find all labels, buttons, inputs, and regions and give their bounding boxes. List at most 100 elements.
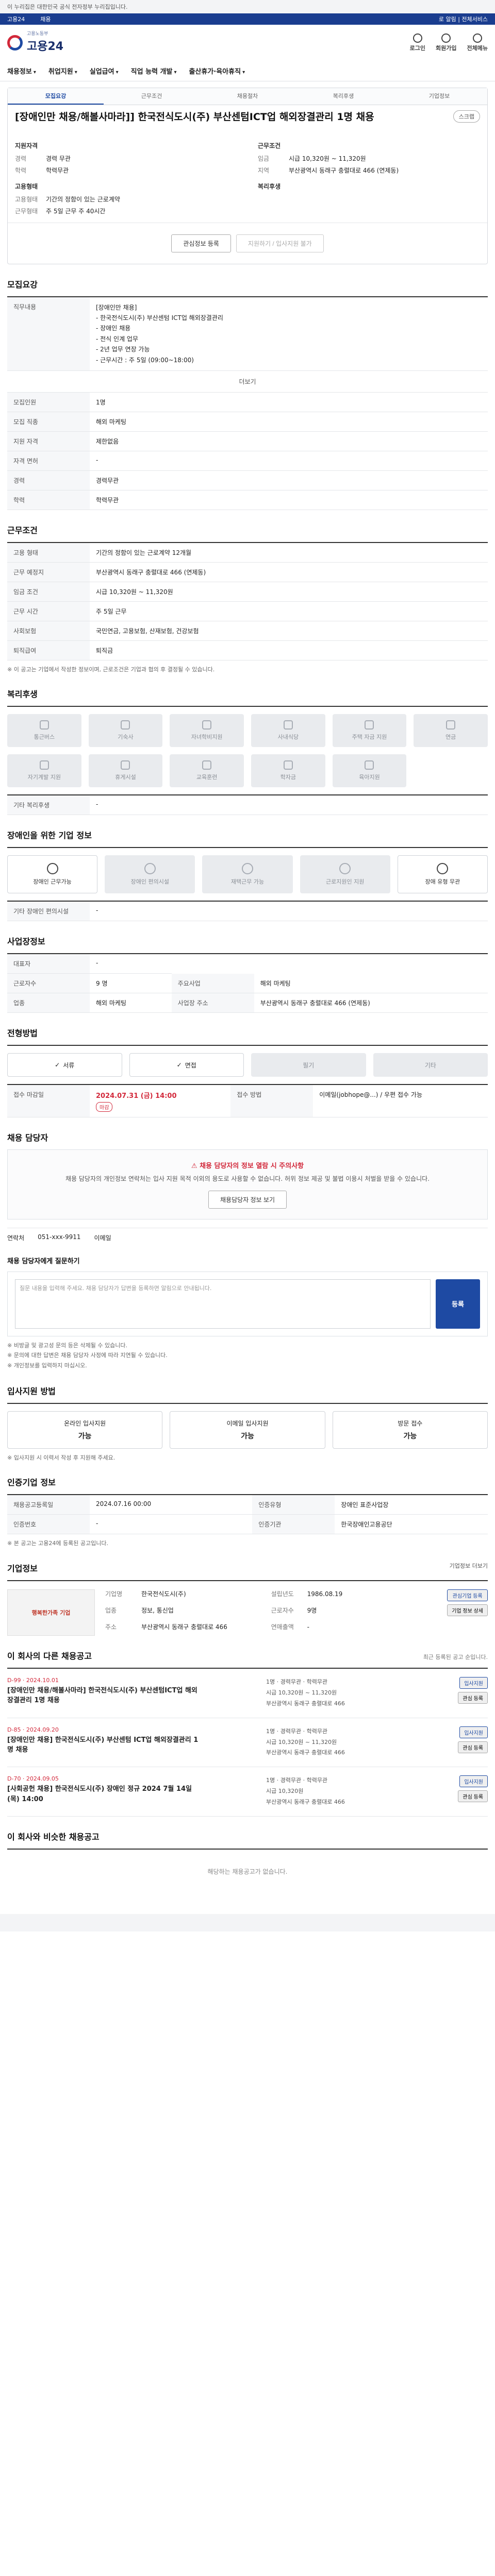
method-grid: ✓ 서류 ✓ 면접 필기 기타 (7, 1045, 488, 1077)
chevron-down-icon: ▾ (116, 70, 119, 75)
list-item[interactable]: D-99 · 2024.10.01 [장애인만 채용/해볼사마라] 한국전식도시(… (7, 1669, 488, 1718)
related-job-title[interactable]: [장애인만 채용/해볼사마라] 한국전식도시(주) 부산센텀ICT업 해외장결관… (7, 1686, 203, 1706)
welfare-grid: 통근버스 기숙사 자녀학비지원 사내식당 주택 자금 지원 연금 자기계발 지원… (7, 706, 488, 788)
welfare-label: 기숙사 (118, 734, 134, 741)
list-item[interactable]: D-70 · 2024.09.05 [사회공헌 채용] 한국전식도시(주) 장애인… (7, 1767, 488, 1817)
table-row: 채용공고등록일 2024.07.16 00:00 인증유형 장애인 표준사업장 (7, 1495, 488, 1515)
contact-title: 채용 담당자 (7, 1133, 48, 1143)
bus-icon (39, 720, 49, 730)
more-button[interactable]: 더보기 (7, 371, 488, 393)
favorite-company-button[interactable]: 관심기업 등록 (447, 1589, 488, 1601)
disability-label: 장애 유형 무관 (425, 878, 460, 886)
row-value: 기간의 정함이 있는 근로계약 (46, 195, 120, 203)
row-value: 1986.08.19 (307, 1590, 343, 1598)
row-value: 시급 10,320원 ~ 11,320원 (289, 155, 366, 162)
row-value: 1명 (90, 392, 488, 412)
official-note: ※ 본 공고는 고용24에 등록된 공고입니다. (7, 1540, 108, 1547)
row-label: 학력 (15, 166, 27, 174)
recruit-detail-table: 모집인원 1명 모집 직종 해외 마케팅 지원 자격 제한없음 자격 면허 - 경력 경력… (7, 392, 488, 510)
row-label: 직무내용 (7, 296, 90, 371)
row-value: - (90, 954, 172, 974)
nav-item-leave[interactable]: 출산휴가·육아휴직 ▾ (189, 66, 245, 76)
table-row: 근무 예정지 부산광역시 동래구 충렬대로 466 (연제동) (7, 562, 488, 582)
apply-button[interactable]: 입사지원 (459, 1676, 488, 1689)
table-row: 경력 경력무관 (7, 470, 488, 490)
summary-row: 경력 경력 무관 (15, 154, 237, 163)
favorite-button[interactable]: 관심 등록 (458, 1741, 488, 1753)
row-label: 고용 형태 (7, 542, 90, 563)
nav-item-jobs[interactable]: 채용정보 ▾ (7, 66, 36, 76)
row-label: 기업명 (105, 1590, 123, 1598)
tab-work[interactable]: 근무조건 (104, 88, 200, 105)
tab-recruit[interactable]: 모집요강 (8, 88, 104, 105)
related-actions: 입사지원관심 등록 (431, 1726, 488, 1759)
favorite-button[interactable]: 관심 등록 (458, 1790, 488, 1803)
related-job-title[interactable]: [장애인만 채용] 한국전식도시(주) 부산센텀 ICT업 해외장결관리 1명 … (7, 1735, 203, 1755)
row-label: 근무형태 (15, 207, 38, 215)
gov-bar-right-link[interactable]: 로 알림 | 전체서비스 (439, 15, 488, 23)
submit-section: 입사지원 방법 온라인 입사지원 가능 이메일 입사지원 가능 방문 접수 가능 ※ … (7, 1371, 488, 1463)
info-row: 업종 정보, 통신업 (105, 1606, 271, 1619)
scrap-button[interactable]: 스크랩 (453, 110, 480, 123)
related-head: 이 회사의 다른 채용공고 최근 등록된 공고 순입니다. (7, 1649, 488, 1668)
question-textarea[interactable]: 질문 내용을 입력해 주세요. 채용 담당자가 답변을 등록하면 알림으로 안내… (15, 1279, 431, 1329)
warning-text: 채용 담당자의 정보 열람 시 주의사항 (200, 1162, 304, 1171)
lounge-icon (121, 760, 130, 770)
list-item[interactable]: D-85 · 2024.09.20 [장애인만 채용] 한국전식도시(주) 부산센… (7, 1718, 488, 1768)
qa-submit-button[interactable]: 등록 (436, 1279, 480, 1329)
gov-bar-link-1[interactable]: 고용24 (7, 15, 25, 23)
method-label: 기타 (424, 1061, 436, 1069)
phone-label: 연락처 (7, 1234, 25, 1242)
chevron-down-icon: ▾ (33, 70, 36, 75)
company-more-link[interactable]: 기업정보 더보기 (450, 1562, 488, 1580)
menu-icon (472, 33, 482, 43)
facility-icon (144, 863, 156, 875)
meta-line: 1명 · 경력무관 · 학력무관 (266, 1678, 328, 1685)
table-row: 근무 시간 주 5일 근무 (7, 601, 488, 621)
meta-line: 1명 · 경력무관 · 학력무관 (266, 1727, 328, 1735)
row-value: 2024.07.16 00:00 (90, 1495, 253, 1515)
nav-item-benefit[interactable]: 실업급여 ▾ (90, 66, 119, 76)
contact-warning: ⚠ 채용 담당자의 정보 열람 시 주의사항 (18, 1160, 477, 1170)
table-row: 지원 자격 제한없음 (7, 431, 488, 451)
company-section: 기업정보 기업정보 더보기 행복한가족 기업 기업명 한국전식도시(주) 설립년도… (7, 1548, 488, 1636)
signup-button[interactable]: 회원가입 (436, 33, 457, 52)
table-row: 사회보험 국민연금, 고용보험, 산재보험, 건강보험 (7, 621, 488, 641)
company-detail-button[interactable]: 기업 정보 상세 (447, 1604, 488, 1616)
site-header: 고용노동부 고용24 로그인 회원가입 전체메뉴 (0, 25, 495, 61)
row-label: 근로자수 (271, 1606, 294, 1614)
row-value: 한국장애인고용공단 (335, 1514, 488, 1535)
related-job-title[interactable]: [사회공헌 채용] 한국전식도시(주) 장애인 정규 2024 7월 14일(목… (7, 1784, 203, 1804)
welfare-label: 주택 자금 지원 (352, 734, 387, 741)
logo[interactable]: 고용노동부 고용24 (7, 31, 63, 54)
tab-process[interactable]: 채용절차 (200, 88, 295, 105)
related-date: D-85 · 2024.09.20 (7, 1726, 59, 1733)
submit-value: 가능 (78, 1432, 92, 1440)
logo-mark-icon (7, 35, 23, 50)
row-value: 한국전식도시(주) (141, 1590, 186, 1598)
home-icon (241, 863, 253, 875)
login-button[interactable]: 로그인 (410, 33, 425, 52)
tab-welfare[interactable]: 복리후생 (295, 88, 391, 105)
signup-icon (441, 33, 451, 43)
tab-company[interactable]: 기업정보 (391, 88, 487, 105)
favorite-button[interactable]: 관심 등록 (458, 1691, 488, 1704)
nav-item-training[interactable]: 직업 능력 개발 ▾ (131, 66, 177, 76)
row-label: 설립년도 (271, 1590, 294, 1598)
recruit-section: 모집요강 직무내용 [장애인만 채용] - 한국전식도시(주) 부산센텀 ICT업… (7, 264, 488, 510)
similar-empty: 해당하는 채용공고가 없습니다. (7, 1848, 488, 1893)
apply-button[interactable]: 입사지원 (459, 1726, 488, 1738)
favorite-button[interactable]: 관심정보 등록 (171, 234, 231, 252)
all-menu-button[interactable]: 전체메뉴 (467, 33, 488, 52)
apply-button[interactable]: 지원하기 / 입사지원 불가 (236, 234, 324, 252)
info-row: 근로자수 9명 (271, 1606, 437, 1619)
gov-bar-link-2[interactable]: 채용 (40, 15, 51, 23)
disability-label: 장애인 편의시설 (130, 878, 169, 886)
nav-item-support[interactable]: 취업지원 ▾ (48, 66, 77, 76)
wheelchair-icon (46, 863, 58, 875)
disability-item: 장애 유형 무관 (397, 855, 488, 894)
apply-button[interactable]: 입사지원 (459, 1775, 488, 1788)
show-contact-button[interactable]: 채용담당자 정보 보기 (208, 1190, 287, 1209)
meta-line: 시급 10,320원 ~ 11,320원 (266, 1738, 337, 1745)
welfare-label: 자기계발 지원 (27, 774, 61, 781)
